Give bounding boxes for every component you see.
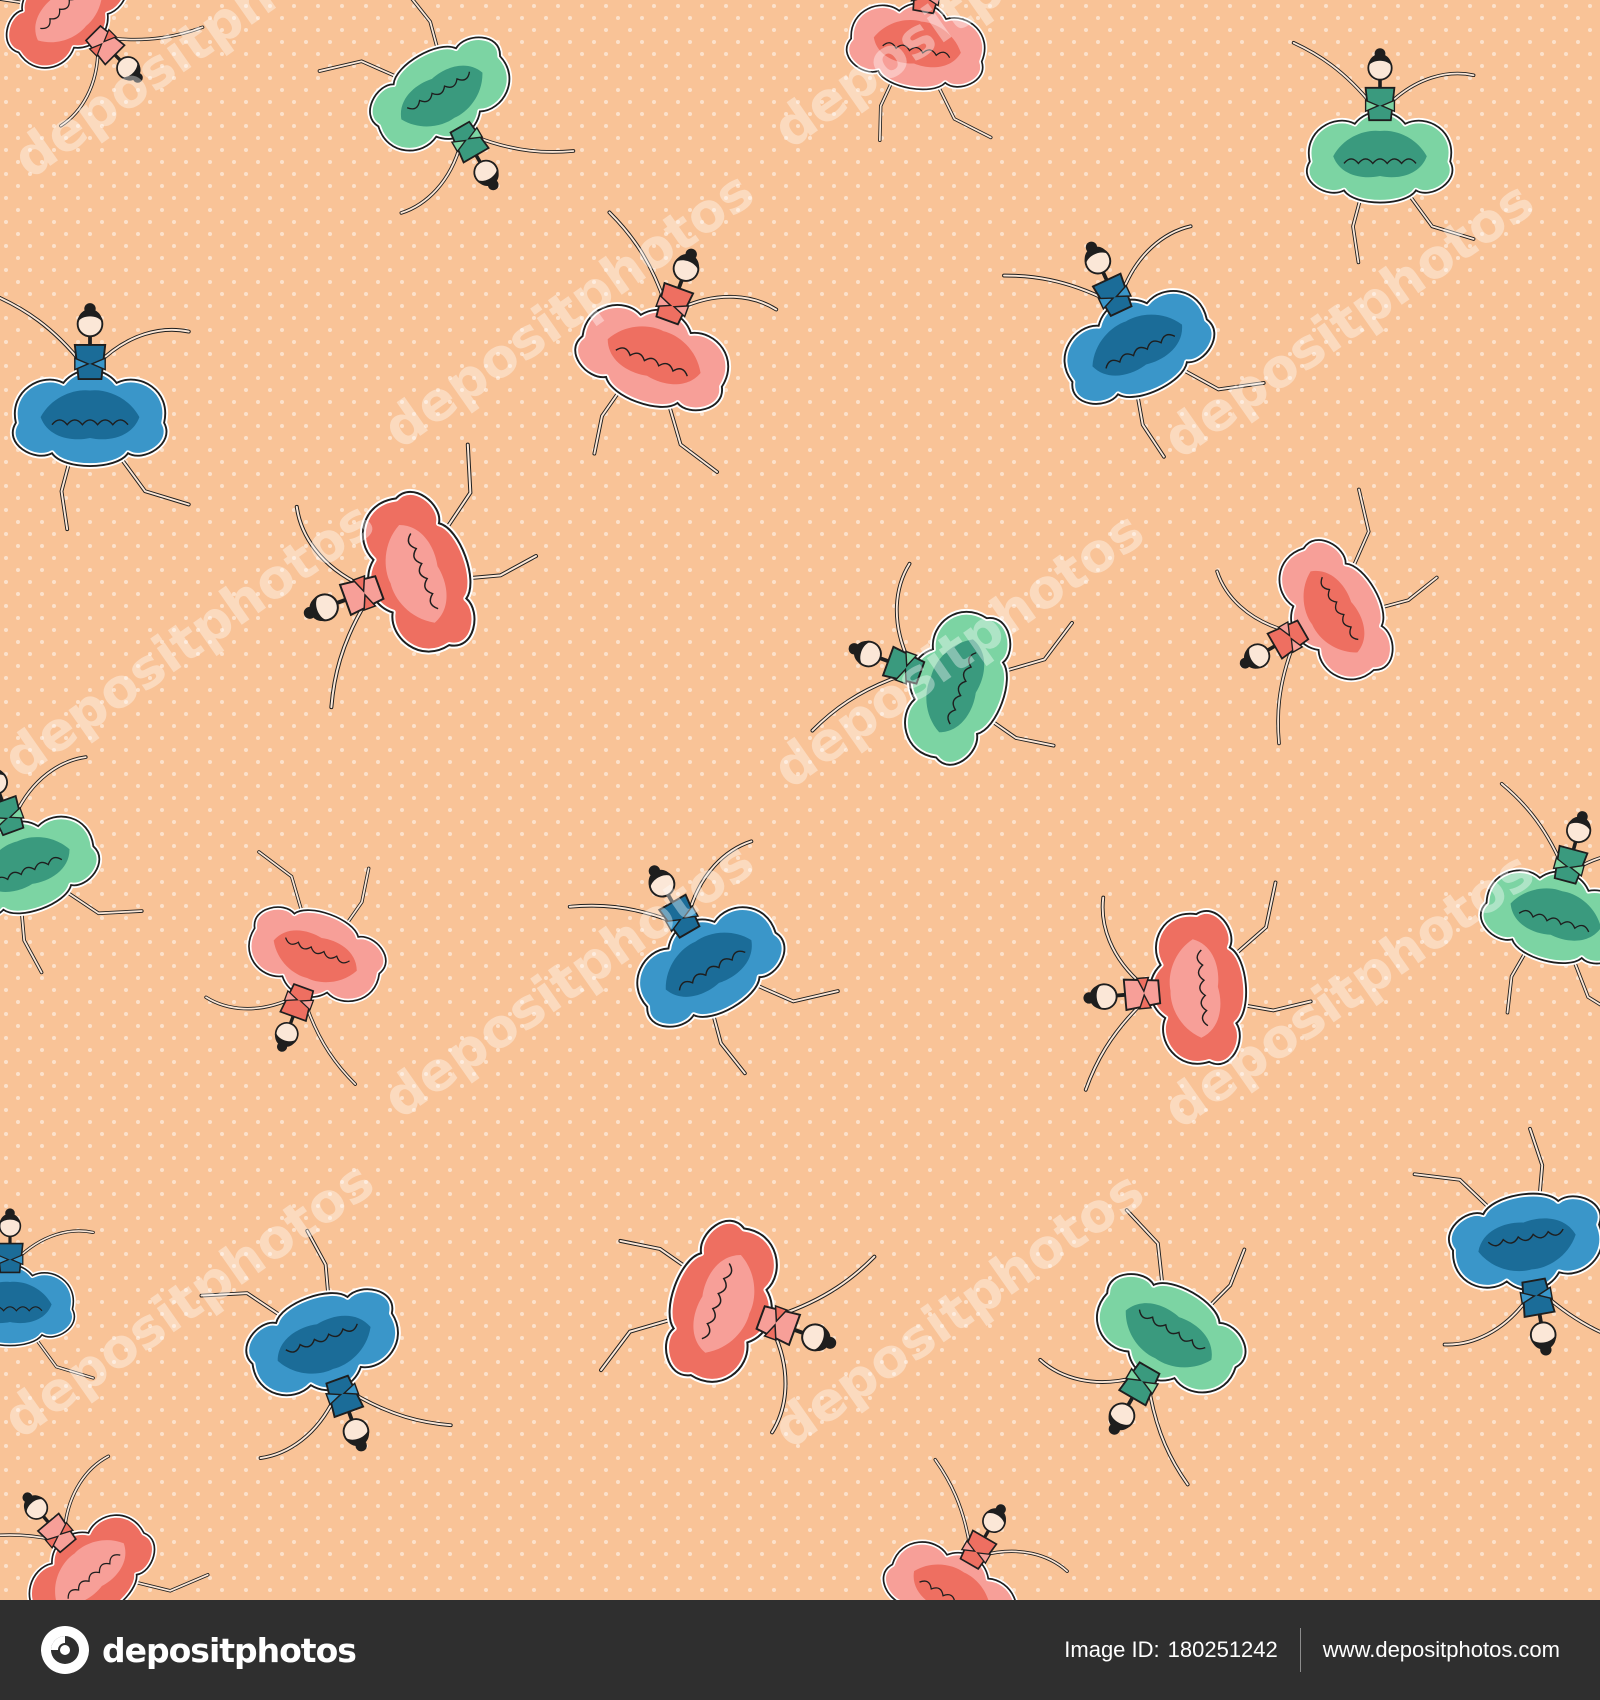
camera-logo-icon [41,1626,89,1674]
image-id-label: Image ID: [1064,1637,1160,1662]
brand-logo[interactable]: depositphotos [40,1620,357,1680]
footer-bar: depositphotos Image ID: 180251242 www.de… [0,1600,1600,1700]
site-url-link[interactable]: www.depositphotos.com [1323,1637,1560,1663]
image-stage: depositphotos depositphotos depositphoto… [0,0,1600,1700]
image-meta: Image ID: 180251242 www.depositphotos.co… [1064,1600,1560,1700]
logo-text: depositphotos [102,1630,357,1670]
ballerina-pattern: depositphotos depositphotos depositphoto… [0,0,1600,1600]
image-id-value: 180251242 [1167,1637,1278,1662]
footer-divider [1299,1628,1301,1672]
